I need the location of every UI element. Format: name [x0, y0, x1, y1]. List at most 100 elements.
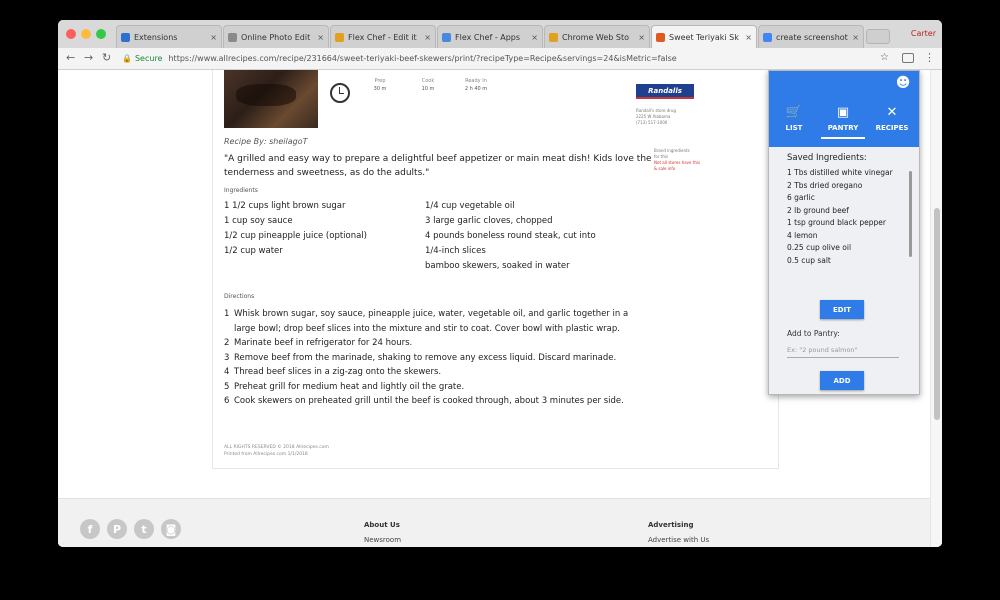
minimize-window-button[interactable] [81, 29, 91, 39]
directions-heading: Directions [224, 293, 255, 300]
panel-tab-pantry[interactable]: ▣ PANTRY [821, 105, 865, 139]
tab-label: Sweet Teriyaki Sk [669, 32, 739, 42]
panel-tab-list[interactable]: 🛒 LIST [772, 105, 816, 137]
panel-tab-recipes[interactable]: ✕ RECIPES [870, 105, 914, 137]
store-logo[interactable]: Randalls [636, 84, 694, 99]
browser-tab[interactable]: Chrome Web Sto × [544, 25, 650, 48]
reload-icon[interactable]: ↻ [102, 51, 111, 64]
close-window-button[interactable] [66, 29, 76, 39]
browser-tab[interactable]: Flex Chef - Apps × [437, 25, 543, 48]
bookmark-star-icon[interactable]: ☆ [880, 52, 889, 63]
tab-label: Online Photo Edit [241, 32, 311, 42]
pantry-icon: ▣ [836, 105, 850, 120]
twitter-icon[interactable]: t [134, 519, 154, 539]
browser-window: Extensions × Online Photo Edit × Flex Chef -… [58, 20, 942, 547]
address-bar[interactable]: 🔒 Secure https://www.allrecipes.com/reci… [122, 51, 870, 66]
saved-ingredient-item[interactable]: 2 lb ground beef [787, 205, 909, 218]
maximize-window-button[interactable] [96, 29, 106, 39]
recipe-time: Prep 30 m [358, 78, 402, 93]
browser-tab[interactable]: Sweet Teriyaki Sk × [651, 25, 757, 48]
browser-tab[interactable]: Flex Chef - Edit it × [330, 25, 436, 48]
ingredient-item: 1/2 cup water [224, 246, 283, 256]
direction-step: 1 Whisk brown sugar, soy sauce, pineapple… [224, 307, 634, 336]
tab-close-icon[interactable]: × [852, 33, 859, 42]
forward-arrow-icon[interactable]: → [84, 51, 93, 64]
profile-name[interactable]: Carter [911, 29, 936, 38]
ingredient-item: 1 cup soy sauce [224, 216, 293, 226]
pinterest-icon[interactable]: P [107, 519, 127, 539]
ingredient-item: 3 large garlic cloves, chopped [425, 216, 553, 226]
direction-step: 6 Cook skewers on preheated grill until t… [224, 394, 634, 409]
add-ingredient-input[interactable] [787, 343, 899, 358]
saved-ingredient-item[interactable]: 0.25 cup olive oil [787, 242, 909, 255]
saved-ingredients-list[interactable]: 1 Tbs distilled white vinegar 2 Tbs dried… [787, 167, 909, 285]
tab-close-icon[interactable]: × [210, 33, 217, 42]
directions-list: 1 Whisk brown sugar, soy sauce, pineapple… [224, 307, 634, 409]
tab-close-icon[interactable]: × [424, 33, 431, 42]
tab-favicon-icon [549, 32, 558, 42]
page-scroll-thumb[interactable] [934, 208, 940, 420]
ingredient-item: 1/4 cup vegetable oil [425, 201, 515, 211]
edit-button[interactable]: EDIT [820, 300, 864, 319]
direction-text: Whisk brown sugar, soy sauce, pineapple … [234, 309, 629, 334]
add-to-pantry-label: Add to Pantry: [787, 329, 840, 338]
new-tab-button[interactable] [866, 29, 890, 44]
saved-ingredient-item[interactable]: 0.5 cup salt [787, 255, 909, 268]
browser-tab[interactable]: create screenshot × [758, 25, 864, 48]
tab-favicon-icon [121, 32, 130, 42]
recipe-time-value: 30 m [373, 85, 387, 92]
panel-tab-label: LIST [785, 124, 803, 132]
instagram-icon[interactable]: ◙ [161, 519, 181, 539]
recipe-description: "A grilled and easy way to prepare a del… [224, 154, 652, 178]
facebook-icon[interactable]: f [80, 519, 100, 539]
browser-toolbar: ← → ↻ 🔒 Secure https://www.allrecipes.co… [58, 48, 942, 70]
browser-tab[interactable]: Online Photo Edit × [223, 25, 329, 48]
add-button[interactable]: ADD [820, 371, 864, 390]
tab-label: Chrome Web Sto [562, 32, 630, 42]
direction-text: Thread beef slices in a zig-zag onto the… [234, 367, 442, 377]
direction-step: 2 Marinate beef in refrigerator for 24 ho… [224, 336, 634, 351]
lock-icon: 🔒 [122, 54, 132, 63]
back-arrow-icon[interactable]: ← [66, 51, 75, 64]
tab-close-icon[interactable]: × [317, 33, 324, 42]
tab-close-icon[interactable]: × [531, 33, 538, 42]
recipe-time-value: 10 m [421, 85, 435, 92]
direction-text: Cook skewers on preheated grill until th… [234, 396, 624, 406]
saved-list-scrollbar[interactable] [909, 171, 912, 257]
direction-number: 1 [224, 309, 230, 319]
ingredient-item: 1/2 cup pineapple juice (optional) [224, 231, 368, 241]
secure-label: Secure [134, 54, 163, 63]
recipe-time-label: Ready In [465, 78, 487, 84]
tab-favicon-icon [228, 32, 237, 42]
saved-ingredient-item[interactable]: 1 tsp ground black pepper [787, 217, 909, 230]
url-text[interactable]: https://www.allrecipes.com/recipe/231664… [168, 54, 676, 63]
direction-number: 4 [224, 367, 230, 377]
tab-close-icon[interactable]: × [745, 33, 752, 42]
direction-number: 6 [224, 396, 230, 406]
ingredient-item: 1/4-inch slices [425, 246, 486, 256]
footer-advertise-link[interactable]: Advertise with Us [648, 536, 709, 544]
recipe-time: Ready In 2 h 40 m [454, 78, 498, 93]
panel-tab-label: RECIPES [875, 124, 909, 132]
browser-tab[interactable]: Extensions × [116, 25, 222, 48]
menu-dots-icon[interactable]: ⋮ [924, 51, 935, 64]
chef-hat-icon: ☻ [895, 75, 911, 91]
print-footnote: ALL RIGHTS RESERVED © 2018 Allrecipes.co… [224, 445, 329, 458]
saved-ingredient-item[interactable]: 2 Tbs dried oregano [787, 180, 909, 193]
tab-label: Flex Chef - Apps [455, 32, 521, 42]
direction-text: Preheat grill for medium heat and lightl… [234, 381, 465, 392]
tab-favicon-icon [335, 32, 344, 42]
recipe-time: Cook 10 m [406, 78, 450, 93]
page-scrollbar[interactable] [930, 70, 942, 547]
flex-chef-panel: ☻ 🛒 LIST ▣ PANTRY ✕ RECIPES Saved Ingredients… [768, 70, 920, 395]
tab-close-icon[interactable]: × [638, 33, 645, 42]
saved-ingredient-item[interactable]: 6 garlic [787, 192, 909, 205]
saved-ingredient-item[interactable]: 4 lemon [787, 230, 909, 243]
recipe-photo [224, 70, 318, 128]
extension-icon[interactable] [902, 53, 914, 63]
ingredient-item: 1 1/2 cups light brown sugar [224, 201, 346, 211]
footer-newsroom-link[interactable]: Newsroom [364, 536, 401, 544]
saved-ingredient-item[interactable]: 1 Tbs distilled white vinegar [787, 167, 909, 180]
panel-header: ☻ 🛒 LIST ▣ PANTRY ✕ RECIPES [769, 71, 919, 147]
store-info: Randall's store drug 2225 W Alabama (713… [636, 108, 676, 125]
